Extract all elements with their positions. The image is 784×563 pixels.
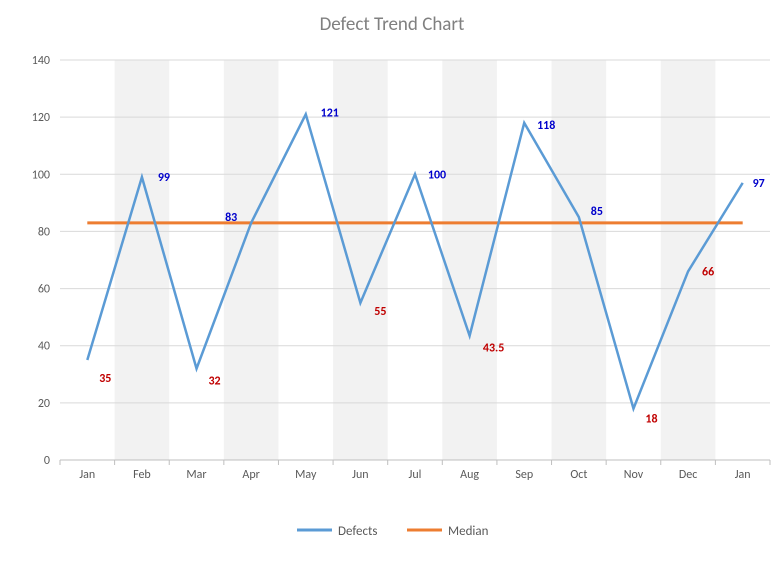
data-label: 121 (321, 106, 339, 120)
x-tick-label: Dec (679, 468, 697, 482)
x-tick-label: Jan (79, 468, 95, 482)
x-tick-label: Nov (624, 468, 644, 482)
x-tick-label: Jul (409, 468, 422, 482)
defects-line (87, 114, 742, 408)
grid-band (115, 60, 170, 460)
data-label: 99 (158, 171, 170, 185)
data-label: 55 (374, 305, 386, 319)
defect-trend-chart: Defect Trend Chart 0 20 40 60 80 100 120 140 Jan F… (0, 0, 784, 563)
legend-median-label: Median (448, 524, 489, 539)
grid-band (224, 60, 279, 460)
y-tick-label: 40 (38, 340, 50, 354)
data-label: 66 (702, 265, 714, 279)
x-tick-label: Apr (242, 468, 259, 482)
x-tick-label: Aug (460, 468, 479, 482)
chart-title: Defect Trend Chart (320, 13, 465, 36)
data-label: 35 (99, 372, 111, 386)
data-label: 43.5 (483, 342, 504, 356)
x-tick-label: Jun (352, 468, 368, 482)
y-tick-label: 60 (38, 283, 50, 297)
data-label: 100 (428, 168, 446, 182)
data-label: 18 (645, 413, 657, 427)
legend-defects-label: Defects (338, 524, 377, 539)
y-tick-label: 140 (32, 54, 50, 68)
y-tick-label: 0 (44, 454, 50, 468)
y-tick-label: 120 (32, 111, 50, 125)
x-tick-label: Feb (133, 468, 151, 482)
data-label: 83 (225, 211, 237, 225)
x-tick-label: Sep (515, 468, 533, 482)
x-tick-label: Oct (570, 468, 587, 482)
data-label: 32 (208, 375, 220, 389)
x-tick-label: Mar (186, 468, 206, 482)
data-label: 97 (753, 177, 765, 191)
x-tick-label: Jan (735, 468, 751, 482)
y-tick-label: 20 (38, 397, 50, 411)
data-label: 85 (591, 205, 603, 219)
grid-band (661, 60, 716, 460)
grid-band (552, 60, 607, 460)
y-tick-label: 100 (32, 168, 50, 182)
y-tick-label: 80 (38, 225, 50, 239)
data-label: 118 (537, 119, 555, 133)
x-tick-label: May (295, 468, 317, 482)
